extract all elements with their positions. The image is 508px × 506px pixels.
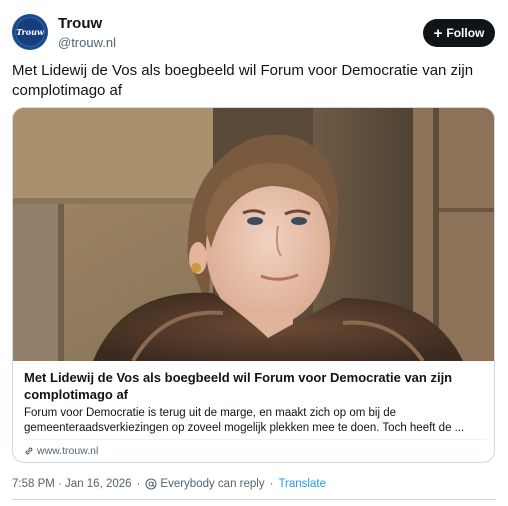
reply-setting: Everybody can reply [160,478,265,490]
follow-button[interactable]: + Follow [423,19,495,47]
post-meta: 7:58 PM · Jan 16, 2026 · Everybody can r… [12,478,326,490]
post: Trouw Trouw @trouw.nl + Follow Met Lidew… [0,0,508,506]
post-text: Met Lidewij de Vos als boegbeeld wil For… [12,62,474,99]
plus-icon: + [433,24,443,42]
separator-dot: · [269,478,274,490]
card-divider [24,439,486,440]
card-description: Forum voor Democratie is terug uit de ma… [24,407,465,434]
link-icon [25,447,33,455]
avatar-logo: Trouw [15,17,45,47]
link-card[interactable]: Met Lidewij de Vos als boegbeeld wil For… [12,107,495,463]
separator-dot: · [136,478,141,490]
handle[interactable]: @trouw.nl [58,35,116,50]
at-icon [145,478,157,490]
card-domain[interactable]: www.trouw.nl [24,445,98,457]
display-name[interactable]: Trouw [58,15,102,32]
avatar[interactable]: Trouw [12,14,48,50]
card-domain-label: www.trouw.nl [37,445,99,457]
timestamp[interactable]: 7:58 PM · Jan 16, 2026 [12,478,132,490]
post-divider [12,499,496,500]
follow-label: Follow [446,26,485,40]
translate-link[interactable]: Translate [278,478,326,490]
article-image [13,108,494,361]
card-title[interactable]: Met Lidewij de Vos als boegbeeld wil For… [24,369,486,403]
